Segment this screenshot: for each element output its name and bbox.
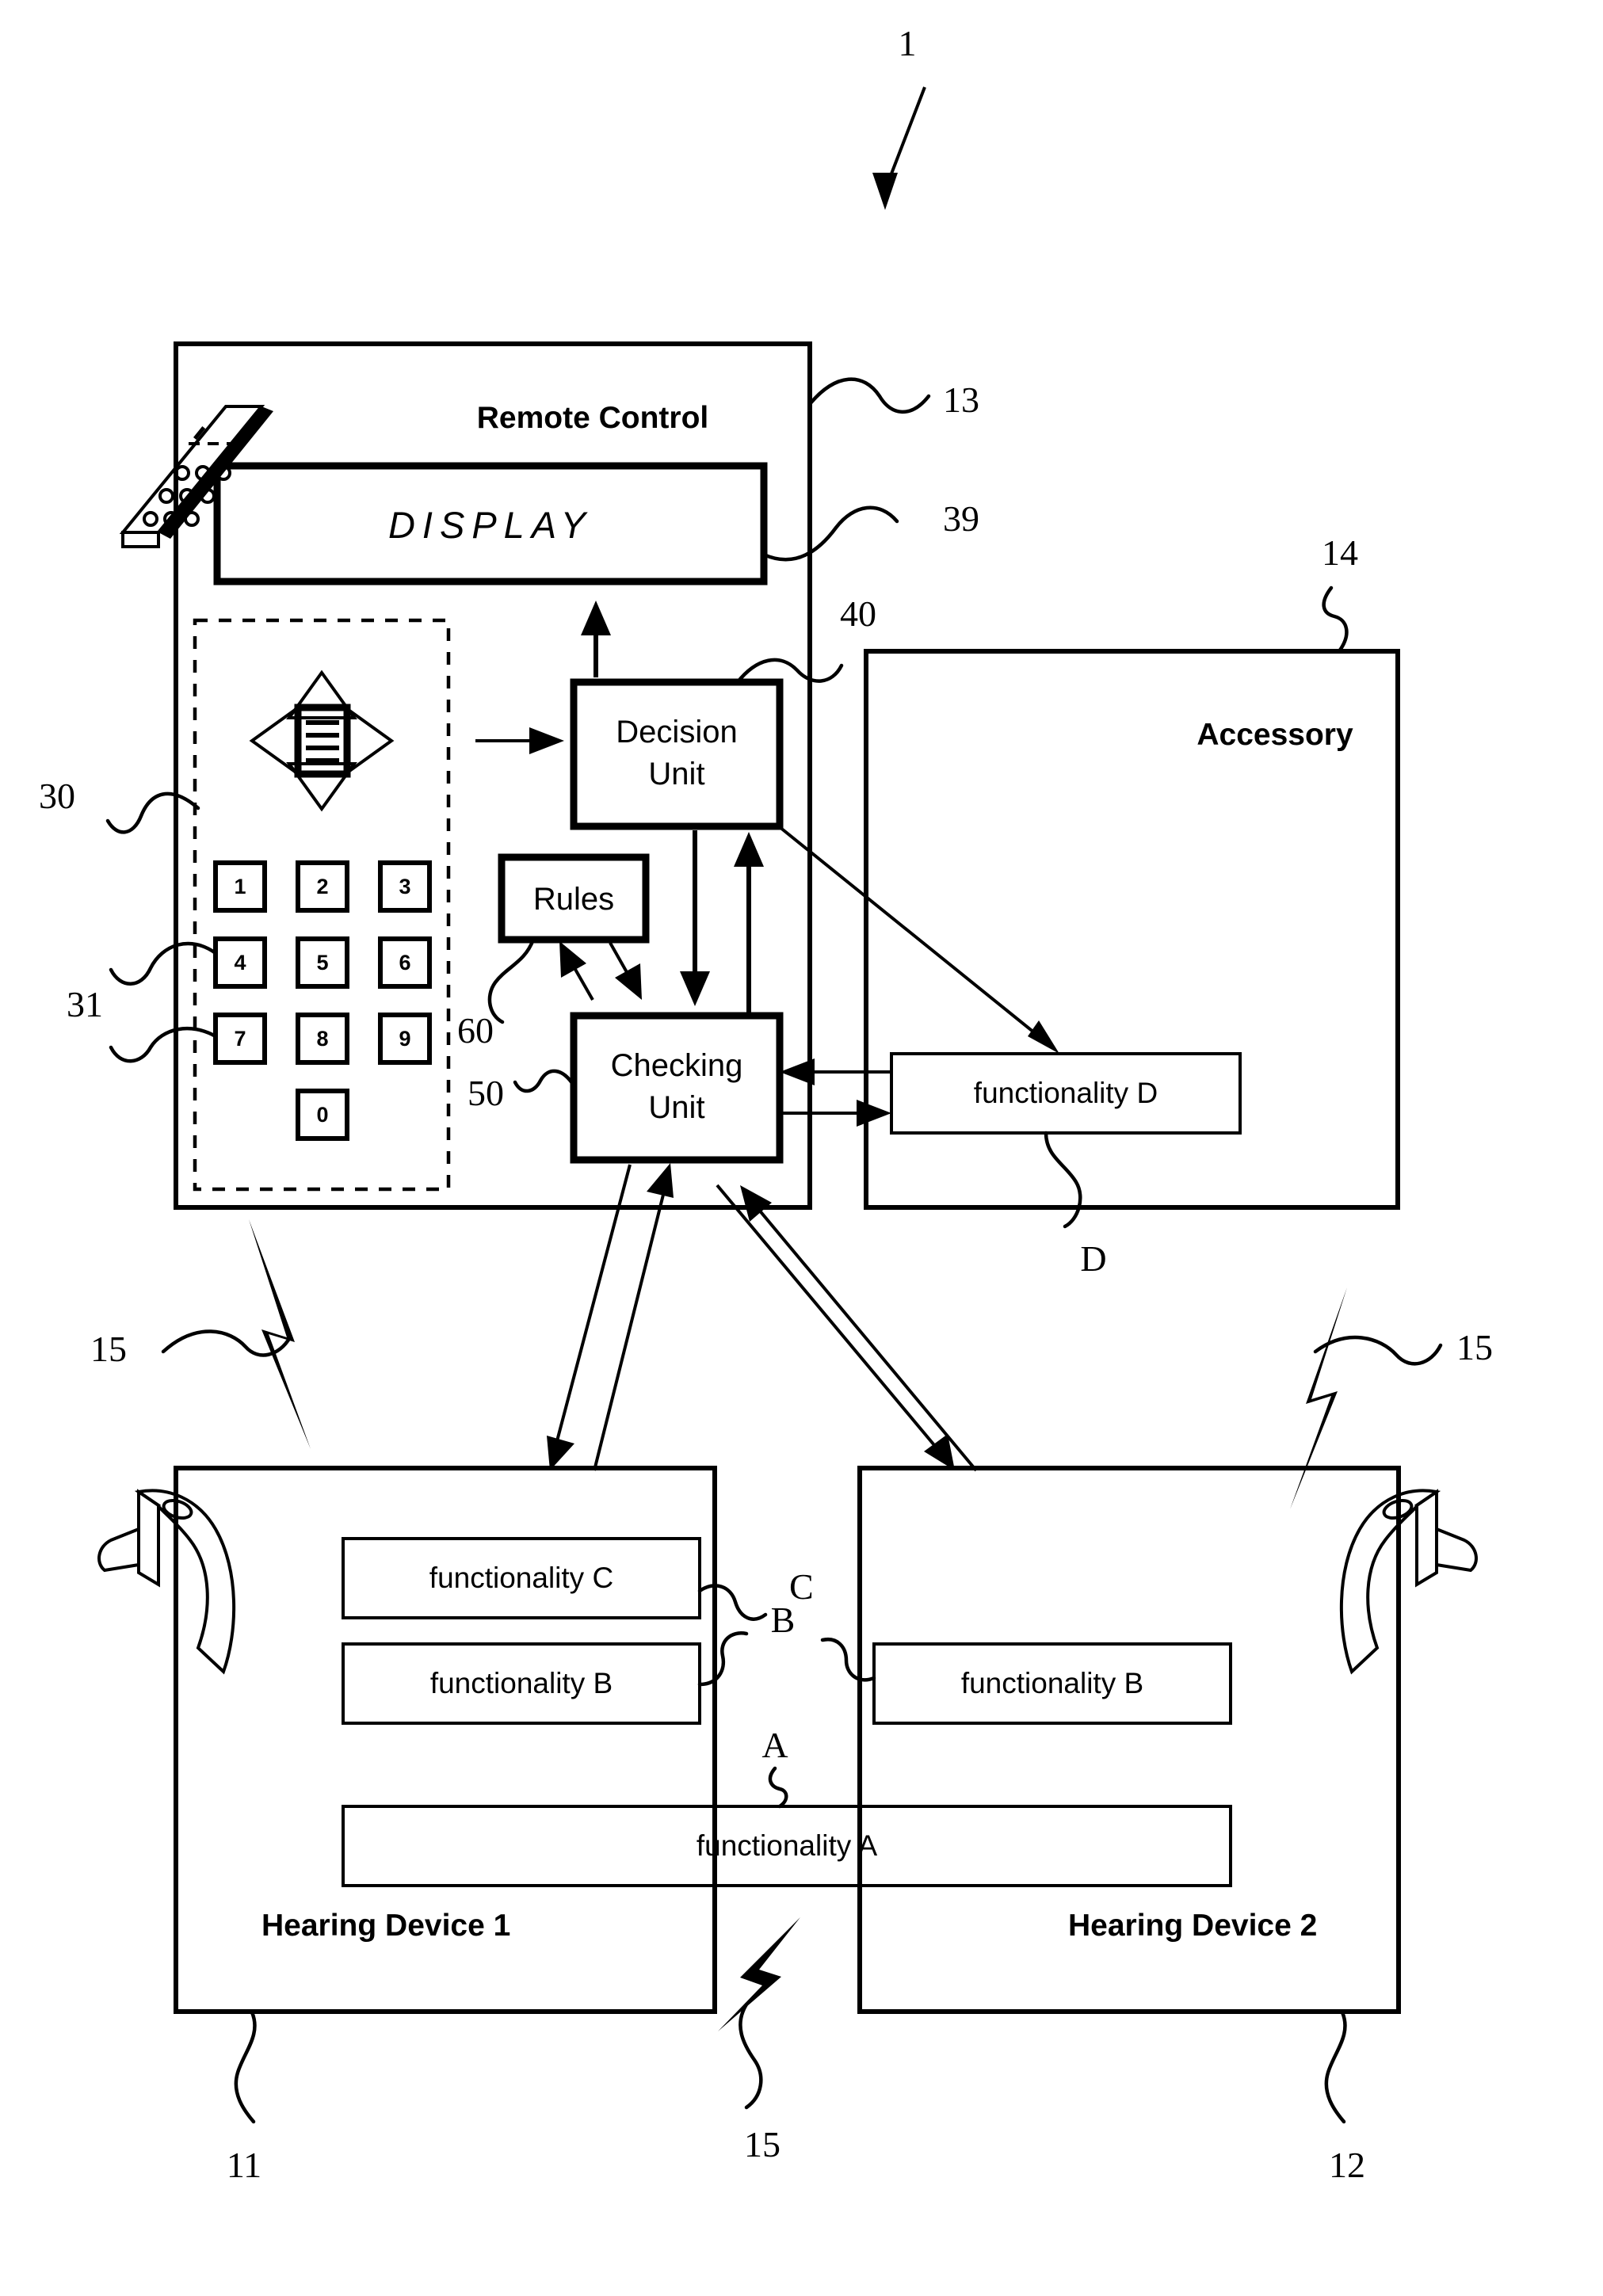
ref-15-center: 15 [744,2124,781,2164]
functionality-b-left-label: functionality B [430,1667,613,1699]
ref-31: 31 [67,984,103,1024]
key-9-label: 9 [399,1027,410,1051]
checking-unit-label-2: Unit [648,1090,704,1125]
ref-15-left: 15 [90,1329,127,1369]
decision-unit-label-2: Unit [648,757,704,791]
figure-ref-1: 1 [899,23,917,63]
key-7-label: 7 [234,1027,246,1051]
accessory-label: Accessory [1197,718,1353,752]
decision-unit-label-1: Decision [616,715,737,749]
functionality-b-right-label: functionality B [961,1667,1143,1699]
display-label: DISPLAY [388,504,593,546]
ref-13: 13 [943,379,979,420]
ref-14: 14 [1322,532,1358,573]
ref-12: 12 [1329,2145,1365,2185]
remote-control-label: Remote Control [477,401,709,435]
ref-50: 50 [468,1073,504,1113]
ref-30: 30 [39,776,75,816]
key-3-label: 3 [399,875,410,898]
key-4-label: 4 [234,951,246,974]
ref-39: 39 [943,498,979,539]
key-6-label: 6 [399,951,410,974]
ref-11: 11 [227,2145,261,2185]
ref-40: 40 [840,593,876,634]
key-1-label: 1 [234,875,246,898]
key-0-label: 0 [316,1103,328,1127]
key-8-label: 8 [316,1027,328,1051]
functionality-d-label: functionality D [974,1077,1158,1109]
patent-figure: 1 Remote Control 13 DISPLAY 39 30 1 2 3 … [0,0,1603,2296]
ref-15-right: 15 [1456,1327,1493,1367]
functionality-a-label: functionality A [697,1829,878,1862]
ref-D: D [1080,1238,1106,1279]
ref-B: B [771,1600,796,1640]
ref-60: 60 [457,1010,494,1051]
checking-unit-label-1: Checking [611,1048,743,1083]
hearing-device-2-label: Hearing Device 2 [1068,1909,1317,1943]
key-5-label: 5 [316,951,328,974]
hearing-device-1-label: Hearing Device 1 [261,1909,510,1943]
rules-label: Rules [533,882,614,917]
ref-A: A [761,1725,788,1765]
key-2-label: 2 [316,875,328,898]
functionality-c-label: functionality C [429,1562,613,1594]
